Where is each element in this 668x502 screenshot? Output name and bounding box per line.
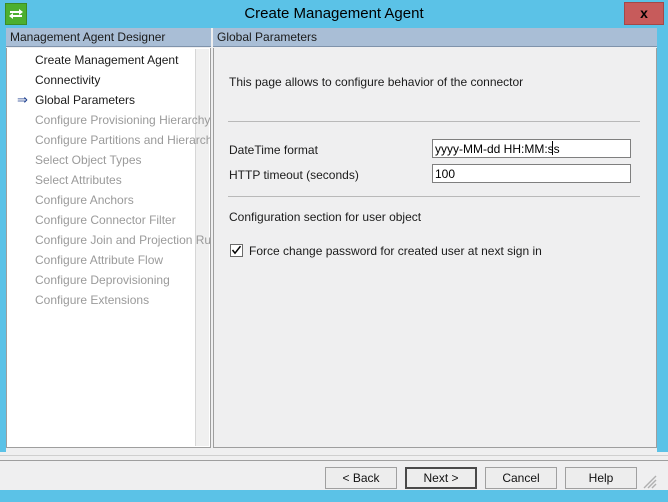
- sidebar-item-select-attributes: Select Attributes: [7, 170, 210, 190]
- sidebar-item-global-parameters[interactable]: ⇒ Global Parameters: [7, 90, 210, 110]
- right-gutter: [657, 28, 668, 452]
- sidebar-item-select-object-types: Select Object Types: [7, 150, 210, 170]
- help-button[interactable]: Help: [565, 467, 637, 489]
- force-change-password-label: Force change password for created user a…: [249, 243, 542, 259]
- resize-grip-icon[interactable]: [643, 475, 657, 489]
- sidebar-item-label: Select Attributes: [35, 173, 122, 187]
- cancel-button[interactable]: Cancel: [485, 467, 557, 489]
- sidebar-pane: Management Agent Designer Create Managem…: [6, 28, 211, 448]
- http-timeout-input[interactable]: [432, 164, 631, 183]
- sidebar-item-configure-attribute-flow: Configure Attribute Flow: [7, 250, 210, 270]
- sidebar-item-configure-connector-filter: Configure Connector Filter: [7, 210, 210, 230]
- sidebar-item-label: Configure Connector Filter: [35, 213, 176, 227]
- sidebar-item-label: Configure Attribute Flow: [35, 253, 163, 267]
- text-caret: [552, 141, 553, 155]
- bottom-gutter: [0, 490, 668, 502]
- page-description: This page allows to configure behavior o…: [229, 75, 523, 89]
- sidebar-item-configure-join-and-projection-rules: Configure Join and Projection Rules: [7, 230, 210, 250]
- sidebar-item-configure-anchors: Configure Anchors: [7, 190, 210, 210]
- sidebar-item-label: Configure Deprovisioning: [35, 273, 170, 287]
- datetime-format-label: DateTime format: [229, 141, 318, 159]
- sidebar-item-label: Connectivity: [35, 73, 100, 87]
- sidebar-item-label: Configure Provisioning Hierarchy: [35, 113, 210, 127]
- main-pane-header: Global Parameters: [213, 28, 657, 47]
- sidebar-item-create-management-agent[interactable]: Create Management Agent: [7, 50, 210, 70]
- user-object-section-title: Configuration section for user object: [229, 210, 421, 224]
- separator-top: [228, 121, 640, 122]
- sidebar-item-label: Configure Join and Projection Rules: [35, 233, 211, 247]
- sidebar-item-label: Configure Extensions: [35, 293, 149, 307]
- sidebar-item-configure-provisioning-hierarchy: Configure Provisioning Hierarchy: [7, 110, 210, 130]
- sidebar-item-label: Global Parameters: [35, 93, 135, 107]
- sidebar-list: Create Management Agent Connectivity ⇒ G…: [7, 50, 210, 310]
- sidebar-item-label: Select Object Types: [35, 153, 142, 167]
- close-icon[interactable]: x: [624, 2, 664, 25]
- next-button[interactable]: Next >: [405, 467, 477, 489]
- sidebar-item-configure-partitions-and-hierarchies: Configure Partitions and Hierarchies: [7, 130, 210, 150]
- title-bar[interactable]: Create Management Agent x: [0, 0, 668, 28]
- sidebar-header: Management Agent Designer: [6, 28, 211, 47]
- main-pane-body: This page allows to configure behavior o…: [213, 48, 657, 448]
- separator-bottom: [228, 196, 640, 197]
- window-title: Create Management Agent: [0, 0, 668, 28]
- sidebar-item-configure-extensions: Configure Extensions: [7, 290, 210, 310]
- checkmark-icon[interactable]: [230, 244, 243, 257]
- current-step-arrow-icon: ⇒: [17, 90, 31, 110]
- sidebar-item-label: Configure Anchors: [35, 193, 134, 207]
- back-button[interactable]: < Back: [325, 467, 397, 489]
- datetime-format-input[interactable]: [432, 139, 631, 158]
- sidebar-item-configure-deprovisioning: Configure Deprovisioning: [7, 270, 210, 290]
- footer-separator-light: [0, 455, 668, 456]
- sidebar-body: Create Management Agent Connectivity ⇒ G…: [6, 48, 211, 448]
- create-management-agent-window: Create Management Agent x Management Age…: [0, 0, 668, 502]
- sidebar-item-label: Create Management Agent: [35, 53, 178, 67]
- sidebar-item-connectivity[interactable]: Connectivity: [7, 70, 210, 90]
- http-timeout-label: HTTP timeout (seconds): [229, 166, 359, 184]
- sidebar-item-label: Configure Partitions and Hierarchies: [35, 133, 211, 147]
- footer-button-bar: < Back Next > Cancel Help: [0, 461, 668, 490]
- main-pane: Global Parameters This page allows to co…: [213, 28, 657, 448]
- dialog-client-area: Management Agent Designer Create Managem…: [0, 28, 668, 502]
